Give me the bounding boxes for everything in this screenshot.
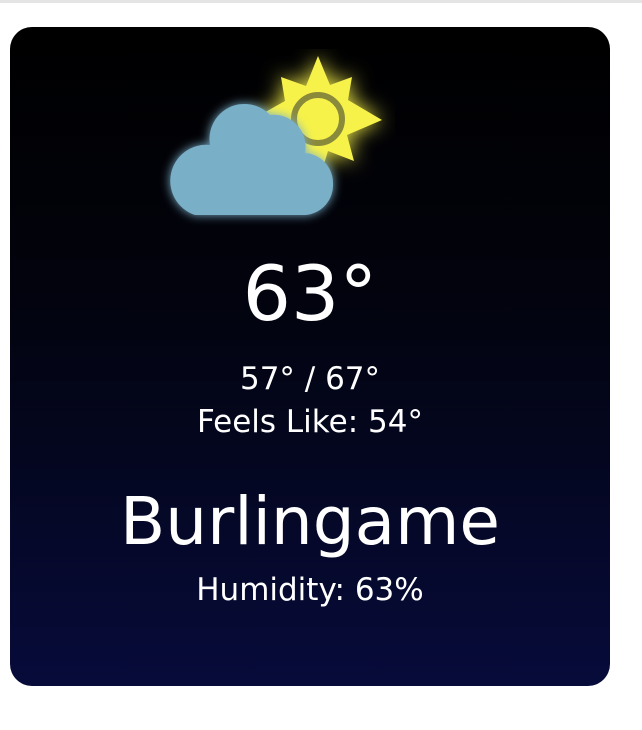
- current-temperature: 63°: [242, 249, 378, 338]
- temperature-range: 57° / 67°: [239, 361, 381, 397]
- feels-like: Feels Like: 54°: [197, 404, 423, 440]
- city-name: Burlingame: [120, 483, 500, 560]
- weather-card: 63° 57° / 67° Feels Like: 54° Burlingame…: [10, 27, 610, 686]
- partly-cloudy-day-icon: [155, 49, 395, 249]
- top-border: [0, 0, 642, 3]
- humidity: Humidity: 63%: [196, 572, 424, 608]
